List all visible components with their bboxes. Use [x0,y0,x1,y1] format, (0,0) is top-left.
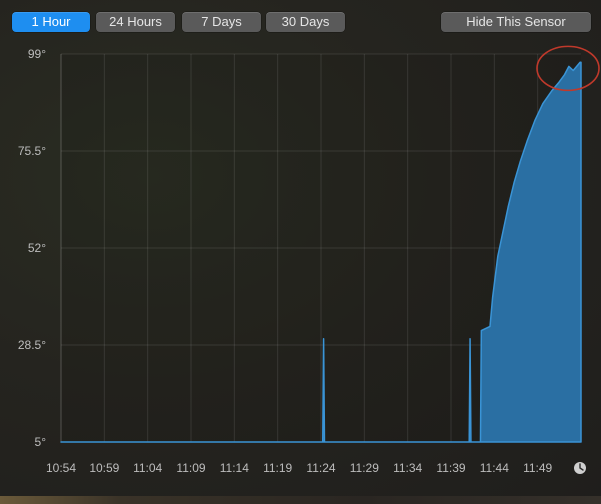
x-tick-label: 11:39 [436,461,465,475]
y-tick-label: 75.5° [18,144,46,158]
y-tick-label: 28.5° [18,338,46,352]
y-tick-label: 52° [28,241,46,255]
x-tick-label: 11:19 [263,461,292,475]
range-1-hour-button[interactable]: 1 Hour [12,12,90,32]
x-tick-label: 11:49 [523,461,552,475]
y-axis-ticks: 5° 28.5° 52° 75.5° 99° [18,47,46,449]
range-7-days-button[interactable]: 7 Days [182,12,261,32]
x-tick-label: 11:29 [350,461,379,475]
clock-icon[interactable] [574,462,586,474]
x-tick-label: 10:59 [89,461,119,475]
x-tick-label: 11:09 [176,461,205,475]
range-24-hours-button[interactable]: 24 Hours [96,12,175,32]
temperature-chart: 5° 28.5° 52° 75.5° 99° 10:54 10:59 11:04 11:09 1… [0,42,601,504]
y-tick-label: 5° [35,435,47,449]
chart-svg: 5°28.5°52°75.5°99° 10:54 10:59 11:04 11:09 1… [18,45,600,475]
x-tick-label: 11:04 [133,461,162,475]
range-toolbar: 1 Hour 24 Hours 7 Days 30 Days Hide This… [0,0,601,42]
desktop-background-strip [0,496,601,504]
x-tick-label: 11:24 [306,461,335,475]
x-axis-ticks: 10:54 10:59 11:04 11:09 11:14 11:19 11:24 11:29… [46,461,553,475]
x-tick-label: 11:14 [220,461,249,475]
x-tick-label: 11:34 [393,461,422,475]
range-30-days-button[interactable]: 30 Days [266,12,345,32]
sensor-history-window: 1 Hour 24 Hours 7 Days 30 Days Hide This… [0,0,601,504]
hide-sensor-button[interactable]: Hide This Sensor [441,12,591,32]
x-tick-label: 10:54 [46,461,76,475]
y-tick-label: 99° [28,47,46,61]
x-tick-label: 11:44 [480,461,509,475]
